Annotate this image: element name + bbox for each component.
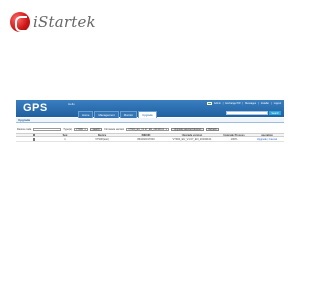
type-label: Type(s)	[63, 128, 72, 131]
row-upgrade-version: VT900_EU_V1.07_EN_20190101	[172, 138, 212, 141]
refresh-button[interactable]: Refresh	[205, 127, 220, 132]
row-checkbox[interactable]	[32, 138, 36, 141]
istartek-logo-icon	[10, 12, 30, 32]
row-select-cell	[16, 137, 52, 141]
page-title: Upgrade	[16, 118, 284, 123]
language-flag-icon[interactable]	[206, 102, 212, 105]
gps-logo: GPS	[23, 102, 48, 114]
firmware-select[interactable]: VT900_EU_V1.07_EN_20190101 ▼	[126, 127, 170, 132]
device-code-label: Device code	[17, 128, 32, 131]
topbar-link-messages[interactable]: Messages	[245, 102, 256, 105]
col-operation: operation	[261, 134, 273, 136]
top-banner: GPS Hello Admin | Exchange PW | Messages…	[16, 100, 284, 119]
select-all-cell	[16, 134, 52, 136]
brand-logo: iStartek	[10, 10, 96, 34]
topbar-link-installer[interactable]: Installer	[261, 102, 269, 105]
search-button[interactable]: search	[90, 127, 103, 132]
row-seq: 1	[64, 138, 66, 141]
topbar-link-logout[interactable]: Logout	[274, 102, 281, 105]
row-upgrade-process: 100%	[230, 138, 238, 141]
row-device: VT900(test)	[95, 138, 109, 141]
row-upgrade-link[interactable]: Upgrade	[257, 138, 267, 141]
row-operation: Upgrade | Cancel	[256, 138, 278, 141]
select-all-checkbox[interactable]	[32, 134, 36, 136]
col-upgrade-process: Upgrade Process	[223, 134, 245, 136]
gps-upgrade-app: GPS Hello Admin | Exchange PW | Messages…	[16, 100, 284, 166]
col-seq: Seq	[62, 134, 68, 136]
upgrade-filter-bar: Device code Type(s) VT900 ▼ search Firmw…	[16, 127, 284, 132]
device-code-input[interactable]	[33, 127, 62, 132]
topbar-link-exchange-pw[interactable]: Exchange PW	[225, 102, 240, 105]
top-search-input[interactable]	[226, 111, 269, 115]
table-row: 1 VT900(test) 861092017000 VT900_EU_V1.0…	[16, 137, 284, 142]
col-device: Device	[97, 134, 107, 136]
chevron-down-icon: ▼	[83, 128, 87, 131]
top-status-links: Admin | Exchange PW | Messages | Install…	[206, 102, 281, 105]
firmware-label: Firmware version	[104, 128, 125, 131]
type-select[interactable]: VT900 ▼	[73, 127, 89, 132]
type-select-value: VT900	[75, 128, 83, 131]
row-imei: 861092017000	[137, 138, 155, 141]
col-upgrade-version: Upgrade version	[181, 134, 203, 136]
firmware-select-value: VT900_EU_V1.07_EN_20190101	[128, 128, 165, 131]
upgrade-selected-button[interactable]: Upgrade selected devices	[171, 127, 204, 132]
brand-name: iStartek	[33, 13, 96, 31]
topbar-link-admin[interactable]: Admin	[214, 102, 221, 105]
top-search-button[interactable]: Search	[269, 111, 281, 115]
top-search-bar: Search	[226, 111, 281, 115]
col-imei: IMEI/ID	[141, 134, 151, 136]
row-cancel-link[interactable]: Cancel	[269, 138, 277, 141]
chevron-down-icon: ▼	[165, 128, 168, 131]
welcome-text: Hello	[68, 102, 75, 106]
